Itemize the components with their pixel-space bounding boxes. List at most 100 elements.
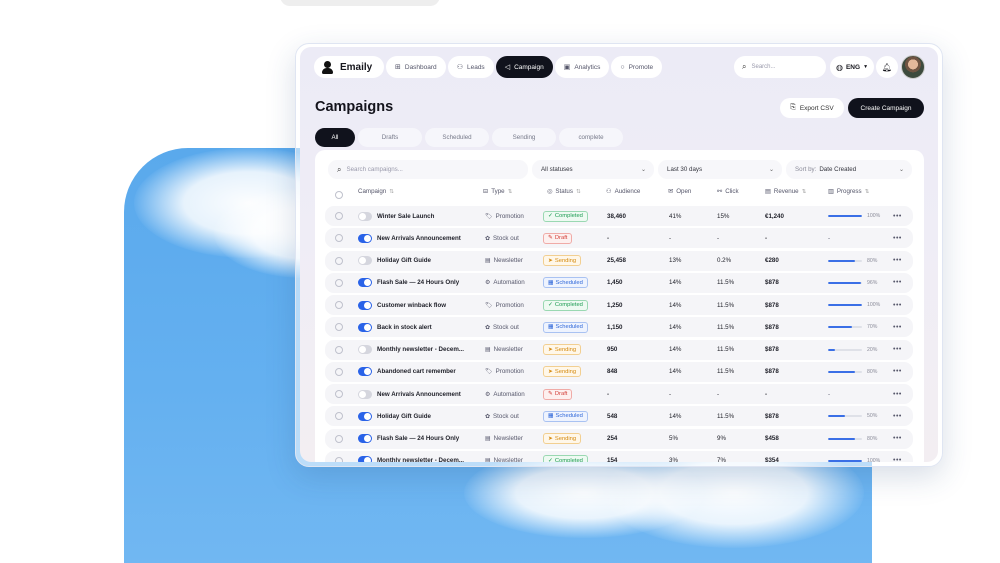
- table-row[interactable]: Holiday Gift Guide ▤ Newsletter ➤ Sending 25,…: [325, 250, 913, 271]
- campaign-search-input[interactable]: ⌕ Search campaigns...: [328, 160, 528, 179]
- status-filter[interactable]: All statuses ⌄: [532, 160, 654, 179]
- revenue-value: -: [765, 390, 768, 398]
- table-row[interactable]: Monthly newsletter - Decem... ▤ Newsletter…: [325, 339, 913, 360]
- table-row[interactable]: New Arrivals Announcement ✿ Stock out ✎ Draf…: [325, 228, 913, 249]
- more-options-icon[interactable]: •••: [893, 384, 902, 404]
- row-checkbox[interactable]: [335, 234, 343, 243]
- campaign-toggle[interactable]: [358, 434, 372, 443]
- table-row[interactable]: Flash Sale — 24 Hours Only ⚙ Automation ▦ Sc…: [325, 272, 913, 293]
- campaign-toggle[interactable]: [358, 367, 372, 377]
- more-options-icon[interactable]: •••: [893, 317, 902, 337]
- status-badge: ➤ Sending: [543, 429, 582, 449]
- campaign-name[interactable]: Flash Sale — 24 Hours Only: [377, 273, 459, 293]
- column-type[interactable]: ⊟ Type ⇅: [483, 188, 512, 195]
- column-open[interactable]: ✉ Open: [668, 188, 691, 195]
- column-revenue[interactable]: ▤ Revenue ⇅: [765, 188, 806, 195]
- nav-leads[interactable]: ⚇ Leads: [447, 56, 494, 78]
- nav-campaign[interactable]: ◁ Campaign: [495, 56, 553, 78]
- global-search[interactable]: ⌕ Search...: [734, 56, 826, 78]
- campaign-name[interactable]: New Arrivals Announcement: [377, 228, 461, 248]
- row-checkbox[interactable]: [335, 212, 343, 220]
- more-options-icon[interactable]: •••: [893, 362, 902, 382]
- table-row[interactable]: Back in stock alert ✿ Stock out ▦ Scheduled 1…: [325, 317, 913, 338]
- campaign-name[interactable]: Flash Sale — 24 Hours Only: [377, 429, 459, 449]
- campaign-toggle[interactable]: [358, 456, 372, 462]
- campaign-name[interactable]: Abandoned cart remember: [377, 362, 456, 382]
- type-label: Automation: [493, 279, 525, 287]
- nav-label: Promote: [628, 63, 654, 71]
- campaign-toggle[interactable]: [358, 322, 372, 332]
- column-audience[interactable]: ⚇ Audience: [606, 188, 640, 195]
- column-progress[interactable]: ▥ Progress ⇅: [828, 188, 869, 195]
- tab-sending[interactable]: Sending: [492, 128, 556, 147]
- campaign-toggle[interactable]: [358, 211, 372, 221]
- campaign-toggle[interactable]: [358, 389, 372, 399]
- date-range-filter[interactable]: Last 30 days ⌄: [658, 160, 782, 179]
- more-options-icon[interactable]: •••: [893, 429, 902, 449]
- select-all-checkbox[interactable]: [335, 191, 343, 199]
- column-click[interactable]: ⚯ Click: [717, 188, 739, 195]
- nav-analytics[interactable]: ▣ Analytics: [554, 56, 610, 78]
- language-label: ENG: [845, 63, 861, 71]
- campaign-type: ▤ Newsletter: [485, 251, 523, 271]
- notifications-button[interactable]: 🔔︎: [876, 56, 898, 78]
- campaign-name[interactable]: Winter Sale Launch: [377, 206, 434, 226]
- campaign-name[interactable]: New Arrivals Announcement: [377, 384, 461, 404]
- row-checkbox[interactable]: [335, 412, 343, 421]
- tab-all[interactable]: All: [315, 128, 355, 147]
- table-row[interactable]: Flash Sale — 24 Hours Only ▤ Newsletter ➤ Se…: [325, 428, 913, 449]
- table-row[interactable]: Abandoned cart remember 🏷 Promotion ➤ Sendin…: [325, 361, 913, 382]
- campaign-toggle[interactable]: [358, 256, 372, 265]
- row-checkbox[interactable]: [335, 367, 343, 376]
- campaign-toggle[interactable]: [358, 300, 372, 310]
- nav-dashboard[interactable]: ⊞ Dashboard: [386, 56, 446, 78]
- language-selector[interactable]: ◍ ENG ▼: [830, 56, 874, 78]
- campaign-name[interactable]: Back in stock alert: [377, 317, 432, 337]
- row-checkbox[interactable]: [335, 345, 343, 354]
- row-checkbox[interactable]: [335, 323, 343, 332]
- avatar[interactable]: [901, 55, 925, 79]
- campaign-name[interactable]: Monthly newsletter - Decem...: [377, 451, 464, 462]
- row-checkbox[interactable]: [335, 256, 343, 265]
- export-csv-button[interactable]: ⎘ Export CSV: [780, 98, 844, 118]
- more-options-icon[interactable]: •••: [893, 340, 902, 360]
- row-checkbox[interactable]: [335, 390, 343, 398]
- sort-selector[interactable]: Sort by: Date Created ⌄: [786, 160, 912, 179]
- campaign-name[interactable]: Holiday Gift Guide: [377, 251, 431, 271]
- progress-cell: 96%: [828, 273, 877, 293]
- more-options-icon[interactable]: •••: [893, 206, 902, 226]
- create-campaign-button[interactable]: Create Campaign: [848, 98, 924, 118]
- table-row[interactable]: Monthly newsletter - Decem... ▤ Newsletter…: [325, 450, 913, 462]
- campaign-name[interactable]: Customer winback flow: [377, 295, 446, 315]
- campaign-toggle[interactable]: [358, 233, 372, 243]
- column-campaign[interactable]: Campaign ⇅: [358, 188, 394, 195]
- sending-icon: ➤: [548, 368, 553, 375]
- table-row[interactable]: Winter Sale Launch 🏷 Promotion ✓ Completed 38…: [325, 206, 913, 226]
- table-row[interactable]: Holiday Gift Guide ✿ Stock out ▦ Scheduled 54…: [325, 406, 913, 427]
- row-checkbox[interactable]: [335, 278, 343, 287]
- more-options-icon[interactable]: •••: [893, 228, 902, 248]
- more-options-icon[interactable]: •••: [893, 273, 902, 293]
- campaign-toggle[interactable]: [358, 345, 372, 354]
- column-status[interactable]: ◎ Status ⇅: [547, 188, 581, 195]
- tab-drafts[interactable]: Drafts: [358, 128, 422, 147]
- campaign-toggle[interactable]: [358, 278, 372, 288]
- table-row[interactable]: Customer winback flow 🏷 Promotion ✓ Complete…: [325, 295, 913, 315]
- campaign-search-placeholder: Search campaigns...: [346, 166, 403, 173]
- campaign-toggle[interactable]: [358, 411, 372, 421]
- more-options-icon[interactable]: •••: [893, 451, 902, 462]
- more-options-icon[interactable]: •••: [893, 295, 902, 315]
- tab-complete[interactable]: complete: [559, 128, 623, 147]
- row-checkbox[interactable]: [335, 456, 343, 462]
- more-options-icon[interactable]: •••: [893, 251, 902, 271]
- campaign-name[interactable]: Holiday Gift Guide: [377, 406, 431, 426]
- nav-promote[interactable]: ○ Promote: [611, 56, 663, 78]
- audience-value: 1,150: [607, 323, 623, 331]
- row-checkbox[interactable]: [335, 434, 343, 443]
- campaign-name[interactable]: Monthly newsletter - Decem...: [377, 340, 464, 360]
- table-row[interactable]: New Arrivals Announcement ⚙ Automation ✎ Dra…: [325, 384, 913, 404]
- app-logo[interactable]: Emaily: [314, 56, 385, 78]
- row-checkbox[interactable]: [335, 301, 343, 309]
- tab-scheduled[interactable]: Scheduled: [425, 128, 489, 147]
- more-options-icon[interactable]: •••: [893, 406, 902, 426]
